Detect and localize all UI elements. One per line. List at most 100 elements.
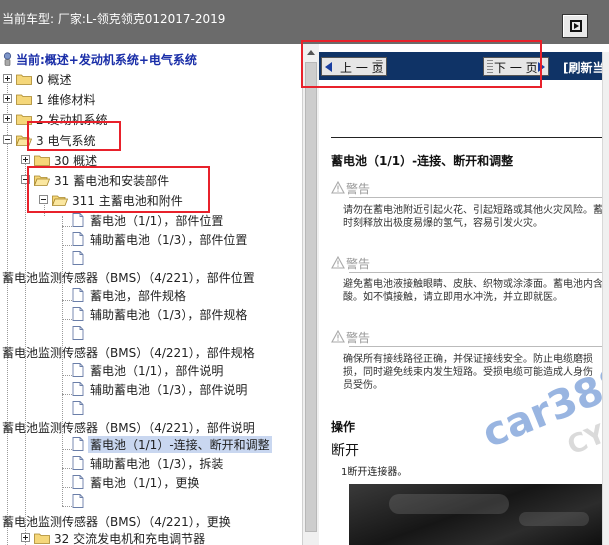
- warning-text-line: 损，同时避免线束内发生短路。受损电缆可能造成人身伤: [343, 367, 593, 378]
- tree-leaf-label[interactable]: 蓄电池监测传感器（BMS）（4/221），更换: [2, 513, 231, 530]
- folder-icon: [16, 114, 32, 125]
- tree-node-label: 1 维修材料: [36, 93, 96, 107]
- warning-label: 警告: [346, 257, 371, 271]
- tree-leaf-label: 蓄电池，部件规格: [90, 289, 187, 303]
- next-page-button[interactable]: 下 一 页: [483, 57, 549, 76]
- folder-icon: [16, 74, 32, 85]
- collapse-minus-icon[interactable]: [21, 175, 30, 184]
- tree-node-32[interactable]: 32 交流发电机和充电调节器: [0, 529, 300, 545]
- tree-leaf-label[interactable]: 蓄电池监测传感器（BMS）（4/221），部件位置: [2, 269, 255, 286]
- tree-leaf[interactable]: [0, 399, 300, 417]
- warning-text-line: 避免蓄电池液接触眼睛、皮肤、织物或涂漆面。蓄电池内含: [343, 279, 603, 290]
- prev-page-button[interactable]: 上 一 页: [321, 57, 387, 76]
- expand-plus-icon[interactable]: [3, 114, 12, 123]
- document-icon: [72, 307, 84, 321]
- tree-node-3[interactable]: 3 电气系统: [0, 131, 300, 149]
- warning-text-line: 确保所有接线路径正确，并保证接线安全。防止电缆磨损: [343, 354, 593, 365]
- expand-plus-icon[interactable]: [3, 74, 12, 83]
- tree-node-30[interactable]: 30 概述: [0, 151, 300, 169]
- vehicle-info-text: 当前车型: 厂家:L-领克领克012017-2019: [2, 12, 226, 26]
- warning-divider: [349, 346, 609, 347]
- section-operation: 操作: [331, 420, 356, 434]
- warning-text-line: 请勿在蓄电池附近引起火花、引起短路或其他火灾风险。蓄: [343, 205, 603, 216]
- tree-leaf-label: 蓄电池（1/1），部件位置: [90, 214, 224, 228]
- step-text: 1断开连接器。: [341, 467, 408, 478]
- tree-node-label: 0 概述: [36, 73, 72, 87]
- document-icon: [72, 382, 84, 396]
- current-path-text: 当前:概述+发动机系统+电气系统: [16, 53, 197, 67]
- document-divider: [331, 137, 609, 138]
- arrow-right-icon: [538, 62, 545, 72]
- folder-icon: [16, 94, 32, 105]
- tree-leaf-label: 辅助蓄电池（1/3），部件位置: [90, 233, 248, 247]
- folder-icon: [34, 155, 50, 166]
- next-page-label: 下 一 页: [494, 61, 538, 75]
- warning-triangle-icon: [331, 330, 345, 343]
- photo-highlight: [389, 494, 509, 514]
- tree-leaf-label[interactable]: 蓄电池监测传感器（BMS）（4/221），部件说明: [2, 419, 255, 436]
- folder-icon: [34, 533, 50, 544]
- window-nav-button[interactable]: [562, 14, 588, 38]
- tree-node-label: 30 概述: [54, 154, 98, 168]
- tree-leaf[interactable]: 蓄电池（1/1），更换: [0, 473, 300, 491]
- tree-leaf[interactable]: 蓄电池（1/1），部件说明: [0, 361, 300, 379]
- tree-leaf-label[interactable]: 蓄电池监测传感器（BMS）（4/221），部件规格: [2, 344, 255, 361]
- tree-leaf[interactable]: [0, 324, 300, 342]
- document-icon: [72, 437, 84, 451]
- section-disconnect: 断开: [331, 443, 359, 459]
- open-folder-icon: [16, 135, 32, 146]
- document-icon: [72, 494, 84, 508]
- tree-leaf-label: 辅助蓄电池（1/3），拆装: [90, 457, 224, 471]
- document-icon: [72, 363, 84, 377]
- grip-icon: [376, 60, 382, 73]
- open-folder-icon: [34, 175, 50, 186]
- forward-icon: [570, 20, 582, 32]
- warning-triangle-icon: [331, 256, 345, 269]
- tree-node-31[interactable]: 31 蓄电池和安装部件: [0, 171, 300, 189]
- tree-node-0[interactable]: 0 概述: [0, 70, 300, 88]
- photo-highlight: [519, 512, 589, 526]
- warning-text-line: 时刻释放出极度易爆的氢气，容易引发火灾。: [343, 218, 543, 229]
- tree-node-label: 3 电气系统: [36, 134, 96, 148]
- tree-node-1[interactable]: 1 维修材料: [0, 90, 300, 108]
- collapse-minus-icon[interactable]: [39, 195, 48, 204]
- expand-plus-icon[interactable]: [3, 94, 12, 103]
- tree-node-label: 31 蓄电池和安装部件: [54, 174, 170, 188]
- grip-icon: [487, 60, 493, 73]
- document-icon: [72, 251, 84, 265]
- expand-plus-icon[interactable]: [21, 155, 30, 164]
- tree-scrollbar[interactable]: [302, 44, 319, 545]
- collapse-minus-icon[interactable]: [3, 135, 12, 144]
- document-icon: [72, 475, 84, 489]
- arrow-left-icon: [325, 62, 332, 72]
- expand-plus-icon[interactable]: [21, 533, 30, 542]
- tree-node-311[interactable]: 311 主蓄电池和附件: [0, 191, 300, 209]
- document-panel: 上 一 页 下 一 页 [刷新当前 蓄电池（1/1）-连接、断开和调整 警告 请…: [319, 44, 609, 545]
- tree-leaf[interactable]: 辅助蓄电池（1/3），部件位置: [0, 230, 300, 248]
- tree-leaf[interactable]: 辅助蓄电池（1/3），拆装: [0, 454, 300, 472]
- tree-node-2[interactable]: 2 发动机系统: [0, 110, 300, 128]
- tree-leaf-selected[interactable]: 蓄电池（1/1）-连接、断开和调整: [0, 435, 300, 453]
- tree-leaf-label: 辅助蓄电池（1/3），部件说明: [90, 383, 248, 397]
- warning-triangle-icon: [331, 181, 345, 194]
- tree-leaf[interactable]: [0, 249, 300, 267]
- document-icon: [72, 288, 84, 302]
- tree-node-label: 32 交流发电机和充电调节器: [54, 532, 206, 545]
- tree-node-label: 311 主蓄电池和附件: [72, 194, 183, 208]
- tree-leaf[interactable]: 辅助蓄电池（1/3），部件说明: [0, 380, 300, 398]
- warning-text-line: 酸。如不慎接触，请立即用水冲洗，并立即就医。: [343, 292, 563, 303]
- tree-leaf[interactable]: 蓄电池（1/1），部件位置: [0, 211, 300, 229]
- document-icon: [72, 232, 84, 246]
- tree-leaf-label: 蓄电池（1/1）-连接、断开和调整: [88, 436, 272, 453]
- document-scrollbar[interactable]: [602, 52, 609, 545]
- top-header-bar: 当前车型: 厂家:L-领克领克012017-2019: [0, 0, 609, 44]
- tree-leaf[interactable]: [0, 492, 300, 510]
- tree-leaf[interactable]: 蓄电池，部件规格: [0, 286, 300, 304]
- engine-bay-photo: [349, 484, 609, 545]
- tree-node-label: 2 发动机系统: [36, 113, 108, 127]
- scroll-thumb[interactable]: [305, 62, 317, 532]
- tree-leaf[interactable]: 辅助蓄电池（1/3），部件规格: [0, 305, 300, 323]
- tree-leaf-label: 辅助蓄电池（1/3），部件规格: [90, 308, 248, 322]
- scroll-up-icon[interactable]: [307, 50, 315, 55]
- warning-label: 警告: [346, 331, 371, 345]
